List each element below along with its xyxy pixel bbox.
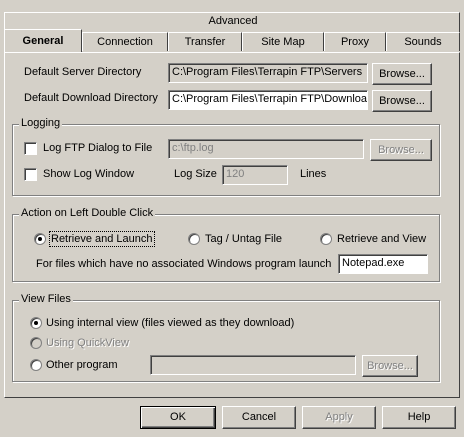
tab-site-map-label: Site Map [261,36,305,48]
log-size-label: Log Size [174,168,217,180]
other-program-radio[interactable] [30,359,42,371]
logging-group-title: Logging [19,117,63,129]
tab-connection-label: Connection [97,36,153,48]
log-size-field[interactable]: 120 [222,165,288,185]
program-field[interactable]: Notepad.exe [338,254,428,274]
tab-general[interactable]: General [4,29,82,52]
apply-button[interactable]: Apply [302,406,376,429]
tab-proxy-label: Proxy [340,36,370,48]
server-dir-field[interactable]: C:\Program Files\Terrapin FTP\Servers [168,63,368,83]
server-dir-label: Default Server Directory [24,66,142,78]
quickview-radio[interactable] [30,337,42,349]
internal-view-radio[interactable] [30,317,42,329]
tag-untag-label: Tag / Untag File [205,233,283,245]
log-dialog-checkbox[interactable] [24,142,37,155]
other-program-browse-button[interactable]: Browse... [362,355,418,377]
other-program-field[interactable] [150,355,356,375]
download-dir-field[interactable]: C:\Program Files\Terrapin FTP\Downloa [168,90,368,110]
show-log-checkbox[interactable] [24,168,37,181]
tab-sounds-label: Sounds [404,36,442,48]
quickview-label: Using QuickView [46,337,129,349]
no-assoc-label: For files which have no associated Windo… [36,258,332,270]
tab-connection[interactable]: Connection [82,32,168,51]
show-log-label: Show Log Window [43,168,135,180]
ok-button[interactable]: OK [140,406,216,429]
log-file-field[interactable]: c:\ftp.log [168,139,364,159]
cancel-button[interactable]: Cancel [222,406,296,429]
tab-transfer[interactable]: Transfer [168,32,242,51]
tab-proxy[interactable]: Proxy [324,32,386,51]
lines-label: Lines [300,168,327,180]
tab-advanced-label: Advanced [208,15,258,27]
tag-untag-radio[interactable] [188,233,200,245]
tab-row: General Connection Transfer Site Map Pro… [4,29,460,52]
action-group-title: Action on Left Double Click [19,207,156,219]
other-program-label: Other program [46,359,118,371]
download-dir-browse-button[interactable]: Browse... [372,90,432,112]
log-file-browse-button[interactable]: Browse... [370,139,432,161]
retrieve-view-label: Retrieve and View [337,233,427,245]
server-dir-browse-button[interactable]: Browse... [372,63,432,85]
log-dialog-label: Log FTP Dialog to File [43,142,153,154]
tab-general-label: General [22,35,64,47]
download-dir-label: Default Download Directory [24,92,158,104]
tab-site-map[interactable]: Site Map [242,32,324,51]
view-files-group-title: View Files [19,293,73,305]
retrieve-launch-radio[interactable] [34,233,46,245]
retrieve-view-radio[interactable] [320,233,332,245]
internal-view-label: Using internal view (files viewed as the… [46,317,295,329]
tab-sounds[interactable]: Sounds [386,32,460,51]
help-button[interactable]: Help [382,406,456,429]
retrieve-launch-label: Retrieve and Launch [49,231,155,247]
tab-transfer-label: Transfer [184,36,226,48]
